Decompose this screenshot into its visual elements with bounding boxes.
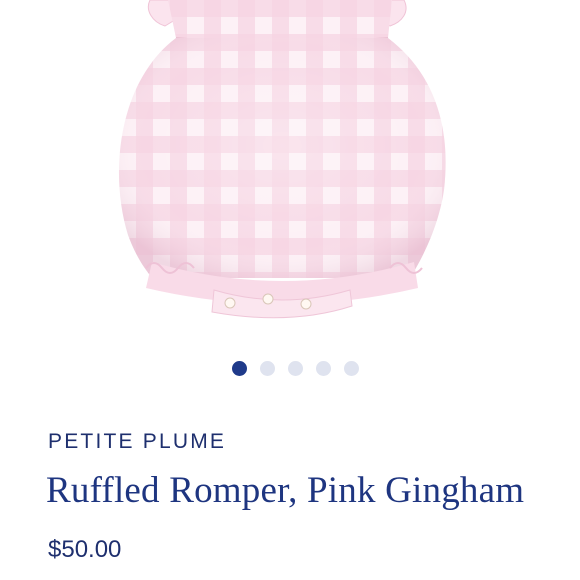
product-page: PETITE PLUME Ruffled Romper, Pink Gingha… bbox=[0, 0, 580, 580]
product-title: Ruffled Romper, Pink Gingham bbox=[46, 470, 525, 511]
product-price: $50.00 bbox=[48, 536, 122, 563]
brand-name[interactable]: PETITE PLUME bbox=[48, 430, 226, 454]
romper-illustration bbox=[118, 0, 446, 319]
carousel-dots bbox=[0, 361, 580, 376]
carousel-dot-1[interactable] bbox=[231, 361, 247, 376]
carousel-dot-4[interactable] bbox=[315, 361, 331, 376]
carousel-dot-5[interactable] bbox=[343, 361, 359, 376]
carousel-dot-2[interactable] bbox=[259, 361, 275, 376]
carousel-dot-3[interactable] bbox=[287, 361, 303, 376]
product-image[interactable] bbox=[0, 0, 580, 345]
